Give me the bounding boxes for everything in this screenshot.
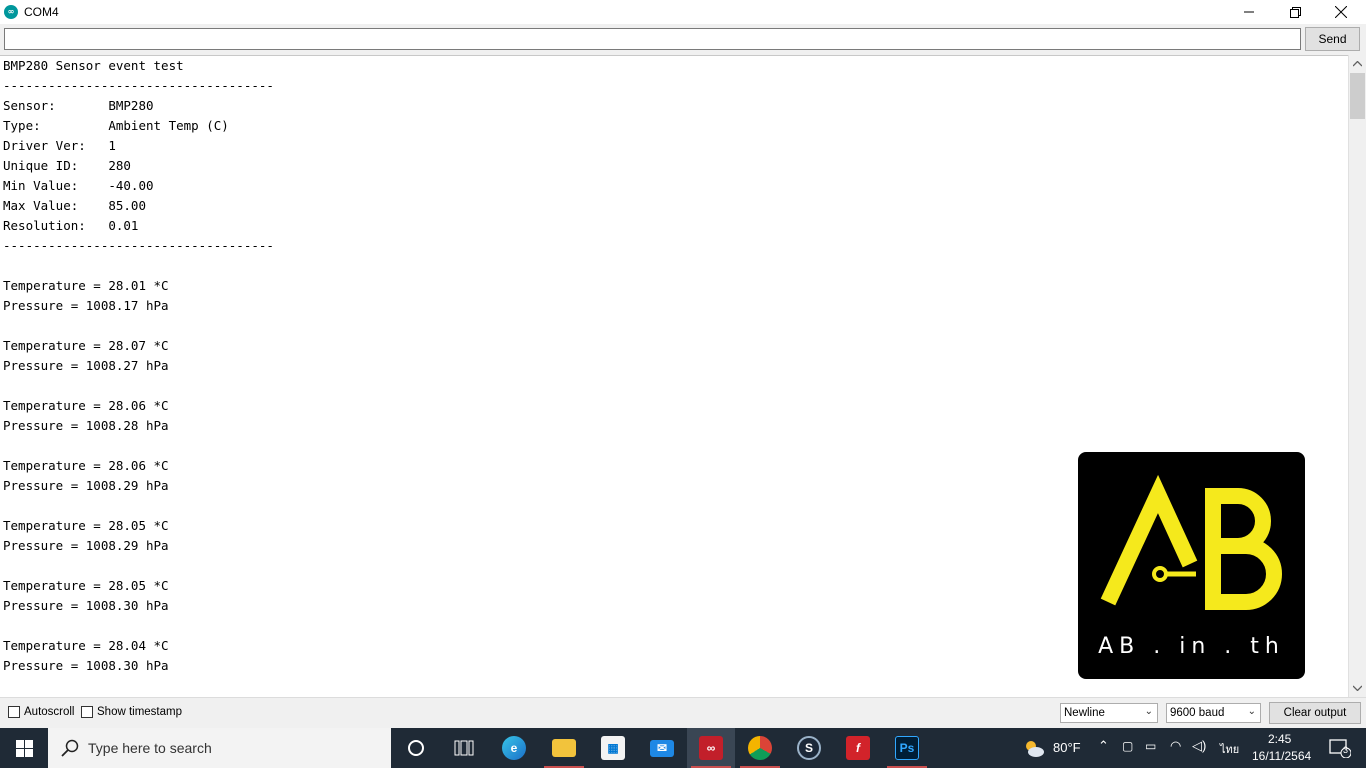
task-view-button[interactable] [440,728,488,768]
autoscroll-checkbox-box[interactable] [8,706,20,718]
serial-status-bar: Autoscroll Show timestamp Newline ⌄ 9600… [0,697,1366,728]
flash-app[interactable]: f [834,728,882,768]
ab-logo-mark [1100,474,1282,610]
clear-output-button[interactable]: Clear output [1269,702,1361,724]
line-ending-value: Newline [1064,707,1105,719]
task-view-icon [454,740,474,756]
mail-icon: ✉ [650,739,674,757]
show-timestamp-checkbox-box[interactable] [81,706,93,718]
show-hidden-icons-chevron-icon[interactable]: ⌃ [1098,738,1109,754]
show-timestamp-label: Show timestamp [97,706,183,718]
battery-icon[interactable]: ▭ [1145,739,1156,753]
chrome-app[interactable] [736,728,784,768]
cortana-button[interactable] [392,728,440,768]
search-placeholder: Type here to search [88,740,212,756]
line-ending-select[interactable]: Newline ⌄ [1060,703,1158,723]
windows-taskbar: Type here to search e ▦ ✉ ∞ S f Ps 80°F … [0,728,1366,768]
restore-button[interactable] [1272,0,1318,24]
weather-widget[interactable] [1018,728,1050,768]
clock-time[interactable]: 2:45 [1268,732,1291,746]
start-button[interactable] [0,728,48,768]
output-line: Temperature = 28.07 *C [3,338,169,353]
output-line: Sensor: BMP280 [3,98,154,113]
minimize-icon [1244,11,1254,13]
output-line: ------------------------------------ [3,238,274,253]
scrollbar-thumb[interactable] [1350,73,1365,119]
output-line: Min Value: -40.00 [3,178,154,193]
mail-app[interactable]: ✉ [638,728,686,768]
arduino-taskbar-icon: ∞ [699,736,723,760]
notification-count: 3 [1343,745,1349,755]
scroll-up-arrow-icon[interactable] [1349,55,1366,72]
send-row: Send [0,24,1366,55]
close-button[interactable] [1318,0,1364,24]
output-line: ------------------------------------ [3,78,274,93]
chevron-down-icon: ⌄ [1144,706,1153,717]
wifi-icon[interactable]: ◠ [1170,738,1181,754]
scroll-down-arrow-icon[interactable] [1349,679,1366,696]
show-timestamp-checkbox[interactable]: Show timestamp [81,706,182,718]
autoscroll-checkbox[interactable]: Autoscroll [8,706,75,718]
close-icon [1335,6,1347,18]
send-button[interactable]: Send [1305,27,1360,51]
output-line: Temperature = 28.01 *C [3,278,169,293]
clock-date[interactable]: 16/11/2564 [1252,749,1311,763]
serial-input[interactable] [4,28,1301,50]
input-language[interactable]: ไทย [1220,740,1239,758]
minimize-button[interactable] [1226,0,1272,24]
chevron-down-icon: ⌄ [1247,706,1256,717]
title-bar: ∞ COM4 [0,0,1366,24]
meet-now-icon[interactable]: ▢ [1122,739,1133,753]
output-line: Pressure = 1008.17 hPa [3,298,169,313]
search-icon [60,738,80,758]
steam-app[interactable]: S [785,728,833,768]
ab-logo: AB . in . th [1078,452,1305,679]
output-line: BMP280 Sensor event test [3,58,184,73]
volume-icon[interactable]: ◁) [1192,738,1206,754]
folder-icon [552,739,576,757]
store-icon: ▦ [601,736,625,760]
window-title: COM4 [24,5,59,19]
store-app[interactable]: ▦ [589,728,637,768]
output-line: Resolution: 0.01 [3,218,139,233]
photoshop-app[interactable]: Ps [883,728,931,768]
autoscroll-label: Autoscroll [24,706,75,718]
flash-icon: f [846,736,870,760]
output-line: Max Value: 85.00 [3,198,146,213]
taskbar-search[interactable]: Type here to search [48,728,391,768]
output-line: Temperature = 28.06 *C [3,398,169,413]
notification-center[interactable]: 3 [1320,728,1360,768]
output-line: Unique ID: 280 [3,158,131,173]
output-line: Type: Ambient Temp (C) [3,118,229,133]
baud-rate-select[interactable]: 9600 baud ⌄ [1166,703,1261,723]
ab-logo-text: AB . in . th [1098,634,1285,659]
cortana-icon [408,740,424,756]
photoshop-icon: Ps [895,736,919,760]
output-line: Pressure = 1008.28 hPa [3,418,169,433]
steam-icon: S [797,736,821,760]
edge-app[interactable]: e [490,728,538,768]
output-line: Driver Ver: 1 [3,138,116,153]
file-explorer-app[interactable] [540,728,588,768]
arduino-icon: ∞ [4,5,18,19]
windows-logo-icon [15,739,33,757]
output-line: Pressure = 1008.27 hPa [3,358,169,373]
edge-icon: e [502,736,526,760]
partly-cloudy-icon [1026,741,1044,757]
arduino-app[interactable]: ∞ [687,728,735,768]
restore-icon [1289,6,1301,18]
chrome-icon [748,736,772,760]
baud-rate-value: 9600 baud [1170,707,1225,719]
weather-temp: 80°F [1053,740,1081,755]
output-scrollbar[interactable] [1348,55,1366,697]
